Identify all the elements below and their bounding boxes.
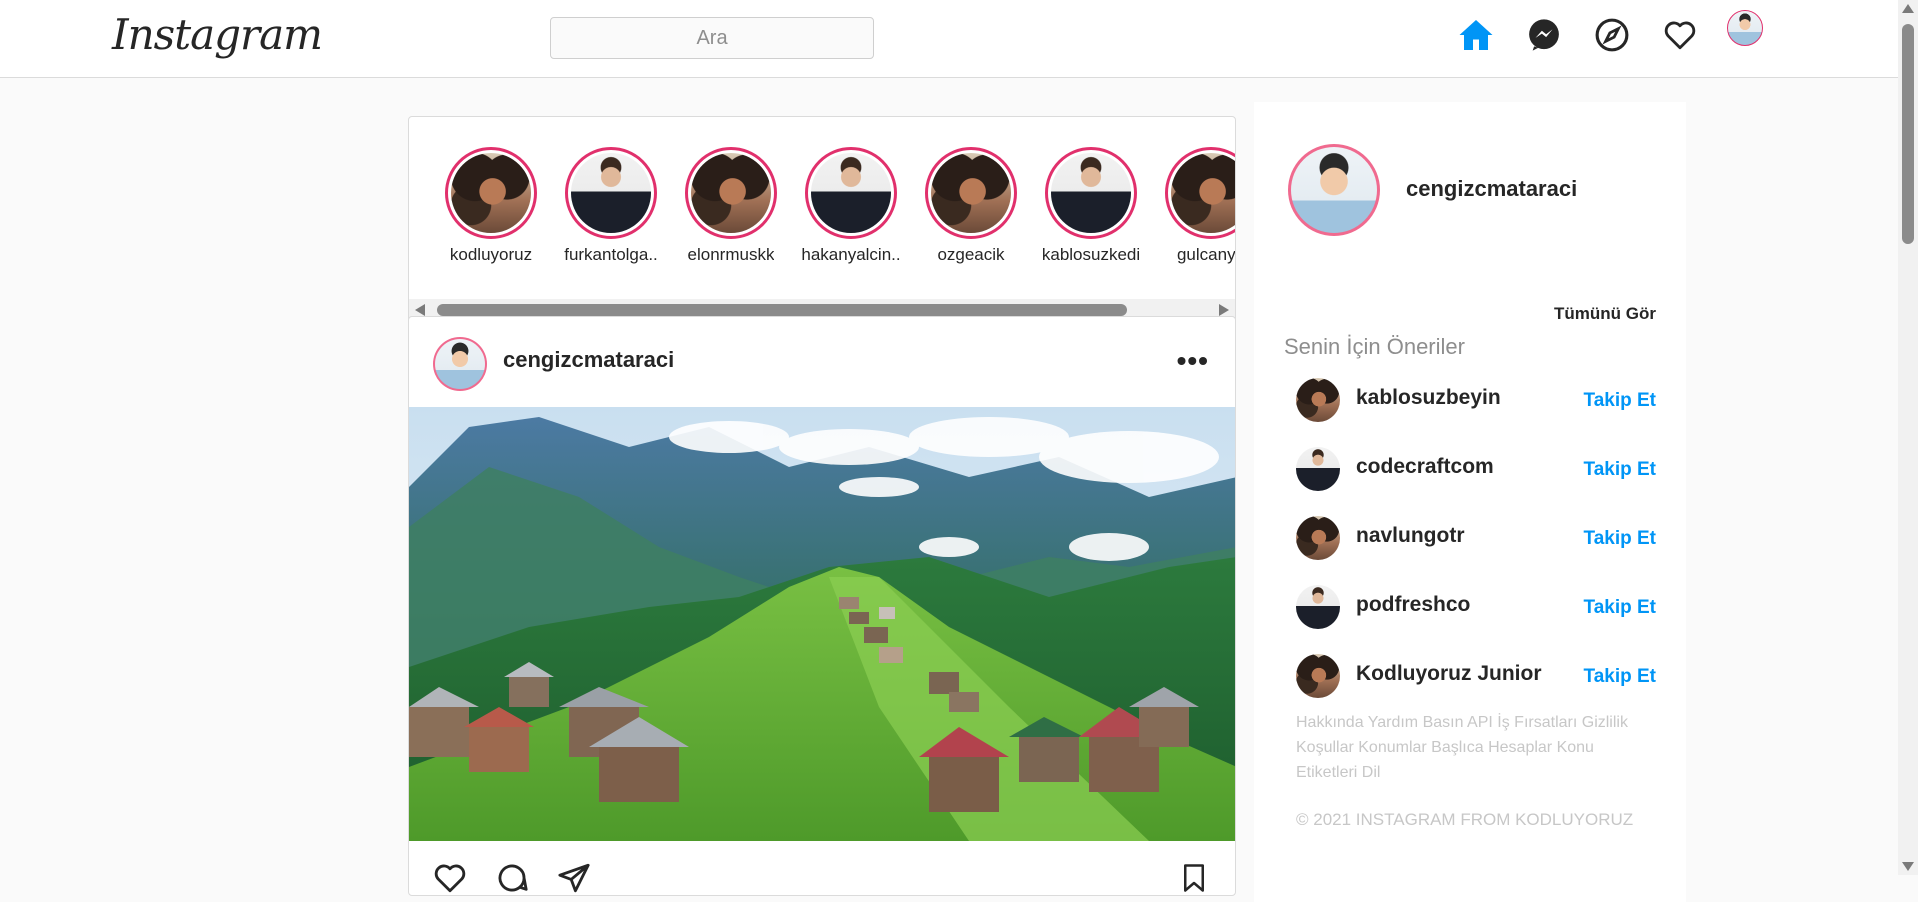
page-scrollbar[interactable] bbox=[1898, 0, 1918, 875]
suggestion-item: Kodluyoruz Junior Takip Et bbox=[1296, 650, 1656, 719]
suggestion-avatar[interactable] bbox=[1296, 378, 1340, 422]
follow-button[interactable]: Takip Et bbox=[1584, 597, 1657, 619]
story-avatar-ring[interactable] bbox=[685, 147, 777, 239]
scrollbar-thumb[interactable] bbox=[1902, 24, 1914, 244]
story-username: gulcanya bbox=[1176, 245, 1236, 264]
suggestion-username[interactable]: Kodluyoruz Junior bbox=[1356, 662, 1542, 686]
post-image[interactable] bbox=[409, 407, 1235, 841]
suggestion-username[interactable]: navlungotr bbox=[1356, 524, 1465, 548]
suggestion-item: podfreshco Takip Et bbox=[1296, 581, 1656, 650]
heart-icon[interactable] bbox=[1659, 14, 1701, 56]
story-username: elonrmuskk bbox=[687, 245, 775, 264]
story-avatar bbox=[691, 153, 771, 233]
home-icon[interactable] bbox=[1455, 14, 1497, 56]
see-all-link[interactable]: Tümünü Gör bbox=[1554, 304, 1656, 324]
post-actions bbox=[409, 847, 1235, 895]
suggestion-item: navlungotr Takip Et bbox=[1296, 512, 1656, 581]
story-avatar-ring[interactable] bbox=[445, 147, 537, 239]
follow-button[interactable]: Takip Et bbox=[1584, 528, 1657, 550]
suggestion-avatar[interactable] bbox=[1296, 516, 1340, 560]
save-icon[interactable] bbox=[1179, 861, 1209, 895]
story-avatar-ring[interactable] bbox=[925, 147, 1017, 239]
post-username[interactable]: cengizcmataraci bbox=[503, 347, 674, 373]
story-avatar-ring[interactable] bbox=[805, 147, 897, 239]
nav-icons bbox=[1455, 10, 1763, 56]
story-avatar bbox=[1171, 153, 1235, 233]
suggestion-username[interactable]: kablosuzbeyin bbox=[1356, 386, 1501, 410]
story-item[interactable]: hakanyalcin.. bbox=[791, 147, 911, 265]
scroll-down-arrow[interactable] bbox=[1902, 862, 1914, 871]
story-avatar bbox=[931, 153, 1011, 233]
story-avatar bbox=[571, 153, 651, 233]
explore-icon[interactable] bbox=[1591, 14, 1633, 56]
suggestion-item: codecraftcom Takip Et bbox=[1296, 443, 1656, 512]
right-sidebar: cengizcmataraci Tümünü Gör Senin İçin Ön… bbox=[1254, 102, 1686, 902]
stories-bar: kodluyoruz furkantolga.. elonrmuskk hakanya… bbox=[408, 116, 1236, 322]
story-avatar-ring[interactable] bbox=[1165, 147, 1235, 239]
story-item[interactable]: furkantolga.. bbox=[551, 147, 671, 265]
current-username[interactable]: cengizcmataraci bbox=[1406, 176, 1577, 202]
suggestions-title: Senin İçin Öneriler bbox=[1284, 334, 1465, 359]
story-item[interactable]: kablosuzkedi bbox=[1031, 147, 1151, 265]
scroll-up-arrow[interactable] bbox=[1902, 4, 1914, 13]
post-header: cengizcmataraci ••• bbox=[409, 317, 1235, 407]
follow-button[interactable]: Takip Et bbox=[1584, 666, 1657, 688]
share-icon[interactable] bbox=[555, 861, 593, 895]
suggestion-username[interactable]: codecraftcom bbox=[1356, 455, 1494, 479]
current-user-avatar[interactable] bbox=[1288, 144, 1380, 236]
story-avatar-ring[interactable] bbox=[565, 147, 657, 239]
story-avatar-ring[interactable] bbox=[1045, 147, 1137, 239]
story-item[interactable]: ozgeacik bbox=[911, 147, 1031, 265]
story-item[interactable]: gulcanya bbox=[1151, 147, 1236, 265]
follow-button[interactable]: Takip Et bbox=[1584, 390, 1657, 412]
story-item[interactable]: kodluyoruz bbox=[431, 147, 551, 265]
suggestion-avatar[interactable] bbox=[1296, 654, 1340, 698]
search-input[interactable] bbox=[550, 17, 874, 59]
suggestion-avatar[interactable] bbox=[1296, 585, 1340, 629]
suggestion-avatar[interactable] bbox=[1296, 447, 1340, 491]
more-options-button[interactable]: ••• bbox=[1177, 347, 1209, 375]
story-item[interactable]: elonrmuskk bbox=[671, 147, 791, 265]
stories-track: kodluyoruz furkantolga.. elonrmuskk hakanya… bbox=[431, 147, 1236, 265]
story-username: kablosuzkedi bbox=[1041, 245, 1141, 264]
feed-post: cengizcmataraci ••• bbox=[408, 316, 1236, 896]
story-username: ozgeacik bbox=[937, 245, 1005, 264]
scroll-right-arrow[interactable] bbox=[1219, 304, 1229, 316]
top-navbar: Instagram bbox=[0, 0, 1898, 78]
scroll-left-arrow[interactable] bbox=[415, 304, 425, 316]
like-icon[interactable] bbox=[431, 861, 469, 895]
suggestion-username[interactable]: podfreshco bbox=[1356, 593, 1470, 617]
suggestions-list: kablosuzbeyin Takip Et codecraftcom Taki… bbox=[1296, 374, 1656, 719]
story-username: hakanyalcin.. bbox=[801, 245, 901, 264]
suggestion-item: kablosuzbeyin Takip Et bbox=[1296, 374, 1656, 443]
story-username: kodluyoruz bbox=[449, 245, 533, 264]
story-avatar bbox=[811, 153, 891, 233]
post-avatar[interactable] bbox=[433, 337, 487, 391]
story-avatar bbox=[1051, 153, 1131, 233]
story-username: furkantolga.. bbox=[564, 245, 658, 264]
comment-icon[interactable] bbox=[493, 861, 531, 895]
scrollbar-thumb[interactable] bbox=[437, 304, 1127, 316]
footer-links[interactable]: Hakkında Yardım Basın API İş Fırsatları … bbox=[1296, 710, 1656, 785]
messenger-icon[interactable] bbox=[1523, 14, 1565, 56]
follow-button[interactable]: Takip Et bbox=[1584, 459, 1657, 481]
copyright-text: © 2021 INSTAGRAM FROM KODLUYORUZ bbox=[1296, 810, 1634, 829]
story-avatar bbox=[451, 153, 531, 233]
profile-avatar[interactable] bbox=[1727, 10, 1763, 46]
instagram-logo[interactable]: Instagram bbox=[112, 10, 323, 59]
